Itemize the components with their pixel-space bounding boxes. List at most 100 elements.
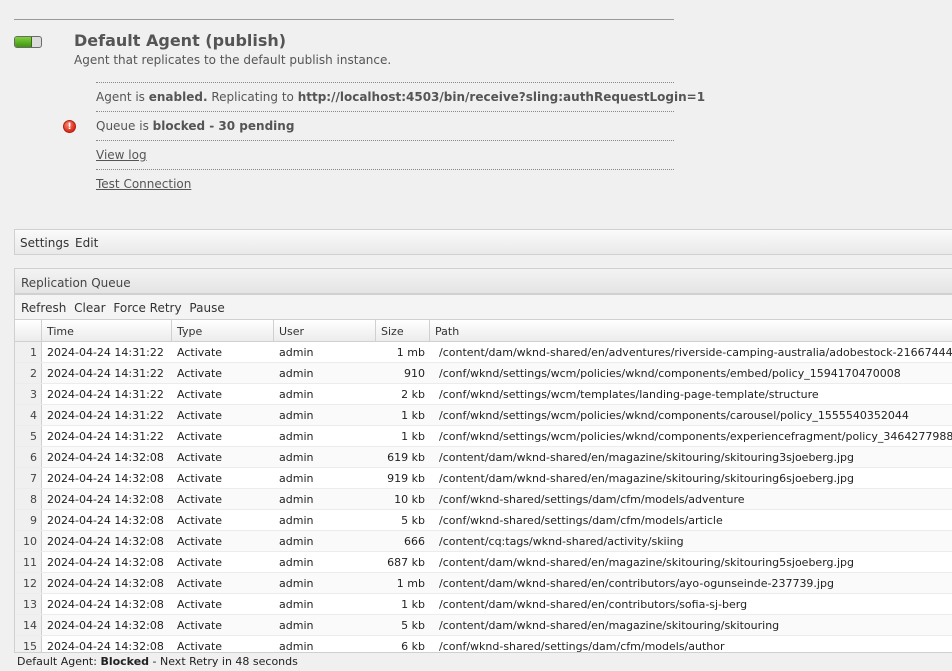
cell-time: 2024-04-24 14:31:22 (47, 346, 164, 359)
cell-type: Activate (177, 514, 223, 527)
divider (96, 169, 674, 170)
cell-type: Activate (177, 388, 223, 401)
clear-button[interactable]: Clear (74, 301, 105, 315)
cell-size: 6 kb (401, 640, 425, 652)
table-row[interactable]: 11 2024-04-24 14:32:08 Activate admin 687 kb… (15, 552, 952, 573)
force-retry-button[interactable]: Force Retry (113, 301, 181, 315)
cell-user: admin (279, 577, 314, 590)
row-number: 6 (15, 447, 42, 467)
cell-user: admin (279, 598, 314, 611)
table-row[interactable]: 14 2024-04-24 14:32:08 Activate admin 5 kb/c… (15, 615, 952, 636)
status-state: Blocked (100, 655, 150, 668)
cell-time: 2024-04-24 14:31:22 (47, 367, 164, 380)
table-row[interactable]: 9 2024-04-24 14:32:08 Activate admin 5 kb/co… (15, 510, 952, 531)
cell-user: admin (279, 367, 314, 380)
cell-size: 5 kb (401, 514, 425, 527)
cell-user: admin (279, 430, 314, 443)
toggle-knob (15, 37, 32, 47)
cell-path: /content/cq:tags/wknd-shared/activity/sk… (439, 535, 684, 548)
cell-user: admin (279, 409, 314, 422)
replication-queue-grid: Time Type User Size Path 1 2024-04-24 14:… (14, 320, 952, 652)
cell-path: /content/dam/wknd-shared/en/magazine/ski… (439, 451, 855, 464)
view-log-link[interactable]: View log (96, 148, 147, 162)
cell-path: /content/dam/wknd-shared/en/magazine/ski… (439, 556, 855, 569)
row-number: 15 (15, 636, 42, 652)
cell-path: /conf/wknd/settings/wcm/policies/wknd/co… (439, 409, 909, 422)
cell-time: 2024-04-24 14:32:08 (47, 640, 164, 652)
pause-button[interactable]: Pause (189, 301, 224, 315)
cell-user: admin (279, 388, 314, 401)
grid-header: Time Type User Size Path (15, 320, 952, 342)
replicating-prefix: Replicating to (207, 90, 298, 104)
row-number: 4 (15, 405, 42, 425)
cell-type: Activate (177, 367, 223, 380)
column-header-time[interactable]: Time (42, 320, 172, 342)
row-number: 14 (15, 615, 42, 635)
table-row[interactable]: 13 2024-04-24 14:32:08 Activate admin 1 kb/c… (15, 594, 952, 615)
refresh-button[interactable]: Refresh (21, 301, 66, 315)
cell-type: Activate (177, 409, 223, 422)
cell-size: 619 kb (387, 451, 425, 464)
queue-toolbar: Refresh Clear Force Retry Pause (14, 294, 952, 320)
column-header-rownum (15, 320, 42, 342)
cell-time: 2024-04-24 14:32:08 (47, 598, 164, 611)
table-row[interactable]: 6 2024-04-24 14:32:08 Activate admin 619 kb /… (15, 447, 952, 468)
table-row[interactable]: 8 2024-04-24 14:32:08 Activate admin 10 kb/c… (15, 489, 952, 510)
table-row[interactable]: 7 2024-04-24 14:32:08 Activate admin 919 kb /… (15, 468, 952, 489)
cell-time: 2024-04-24 14:32:08 (47, 556, 164, 569)
divider (96, 82, 674, 83)
status-prefix: Default Agent: (17, 655, 101, 668)
cell-user: admin (279, 451, 314, 464)
queue-status-prefix: Queue is (96, 119, 153, 133)
cell-user: admin (279, 535, 314, 548)
row-number: 12 (15, 573, 42, 593)
cell-type: Activate (177, 598, 223, 611)
row-number: 1 (15, 342, 42, 362)
agent-status-line: Agent is enabled. Replicating to http://… (96, 90, 705, 104)
table-row[interactable]: 12 2024-04-24 14:32:08 Activate admin 1 mb/c… (15, 573, 952, 594)
cell-path: /conf/wknd/settings/wcm/policies/wknd/co… (439, 367, 901, 380)
table-row[interactable]: 15 2024-04-24 14:32:08 Activate admin 6 kb/c… (15, 636, 952, 652)
cell-size: 10 kb (394, 493, 425, 506)
agent-title: Default Agent (publish) (74, 31, 287, 50)
error-icon: ! (63, 120, 76, 133)
cell-size: 1 kb (401, 598, 425, 611)
enabled-toggle-icon[interactable] (14, 36, 42, 48)
cell-user: admin (279, 640, 314, 652)
column-header-size[interactable]: Size (376, 320, 430, 342)
column-header-type[interactable]: Type (172, 320, 274, 342)
row-number: 3 (15, 384, 42, 404)
cell-type: Activate (177, 493, 223, 506)
table-row[interactable]: 5 2024-04-24 14:31:22 Activate admin 1 kb/co… (15, 426, 952, 447)
test-connection-link[interactable]: Test Connection (96, 177, 191, 191)
column-header-path[interactable]: Path (430, 320, 952, 342)
cell-path: /content/dam/wknd-shared/en/magazine/ski… (439, 619, 780, 632)
cell-size: 2 kb (401, 388, 425, 401)
cell-size: 1 kb (401, 430, 425, 443)
cell-type: Activate (177, 640, 223, 652)
table-row[interactable]: 10 2024-04-24 14:32:08 Activate admin 666/co… (15, 531, 952, 552)
cell-time: 2024-04-24 14:31:22 (47, 409, 164, 422)
table-row[interactable]: 4 2024-04-24 14:31:22 Activate admin 1 kb/co… (15, 405, 952, 426)
cell-size: 1 mb (396, 346, 425, 359)
row-number: 11 (15, 552, 42, 572)
cell-time: 2024-04-24 14:32:08 (47, 514, 164, 527)
cell-path: /conf/wknd-shared/settings/dam/cfm/model… (439, 493, 745, 506)
column-header-user[interactable]: User (274, 320, 376, 342)
cell-user: admin (279, 493, 314, 506)
edit-button[interactable]: Edit (75, 236, 98, 250)
cell-user: admin (279, 619, 314, 632)
cell-time: 2024-04-24 14:31:22 (47, 430, 164, 443)
table-row[interactable]: 1 2024-04-24 14:31:22 Activate admin 1 mb/co… (15, 342, 952, 363)
replication-queue-header: Replication Queue (14, 268, 952, 294)
cell-time: 2024-04-24 14:32:08 (47, 577, 164, 590)
row-number: 10 (15, 531, 42, 551)
replicating-url: http://localhost:4503/bin/receive?sling:… (297, 90, 706, 104)
cell-path: /conf/wknd/settings/wcm/templates/landin… (439, 388, 819, 401)
cell-path: /content/dam/wknd-shared/en/contributors… (439, 577, 834, 590)
table-row[interactable]: 2 2024-04-24 14:31:22 Activate admin 910/con… (15, 363, 952, 384)
row-number: 13 (15, 594, 42, 614)
cell-size: 1 mb (396, 577, 425, 590)
cell-user: admin (279, 346, 314, 359)
table-row[interactable]: 3 2024-04-24 14:31:22 Activate admin 2 kb/co… (15, 384, 952, 405)
